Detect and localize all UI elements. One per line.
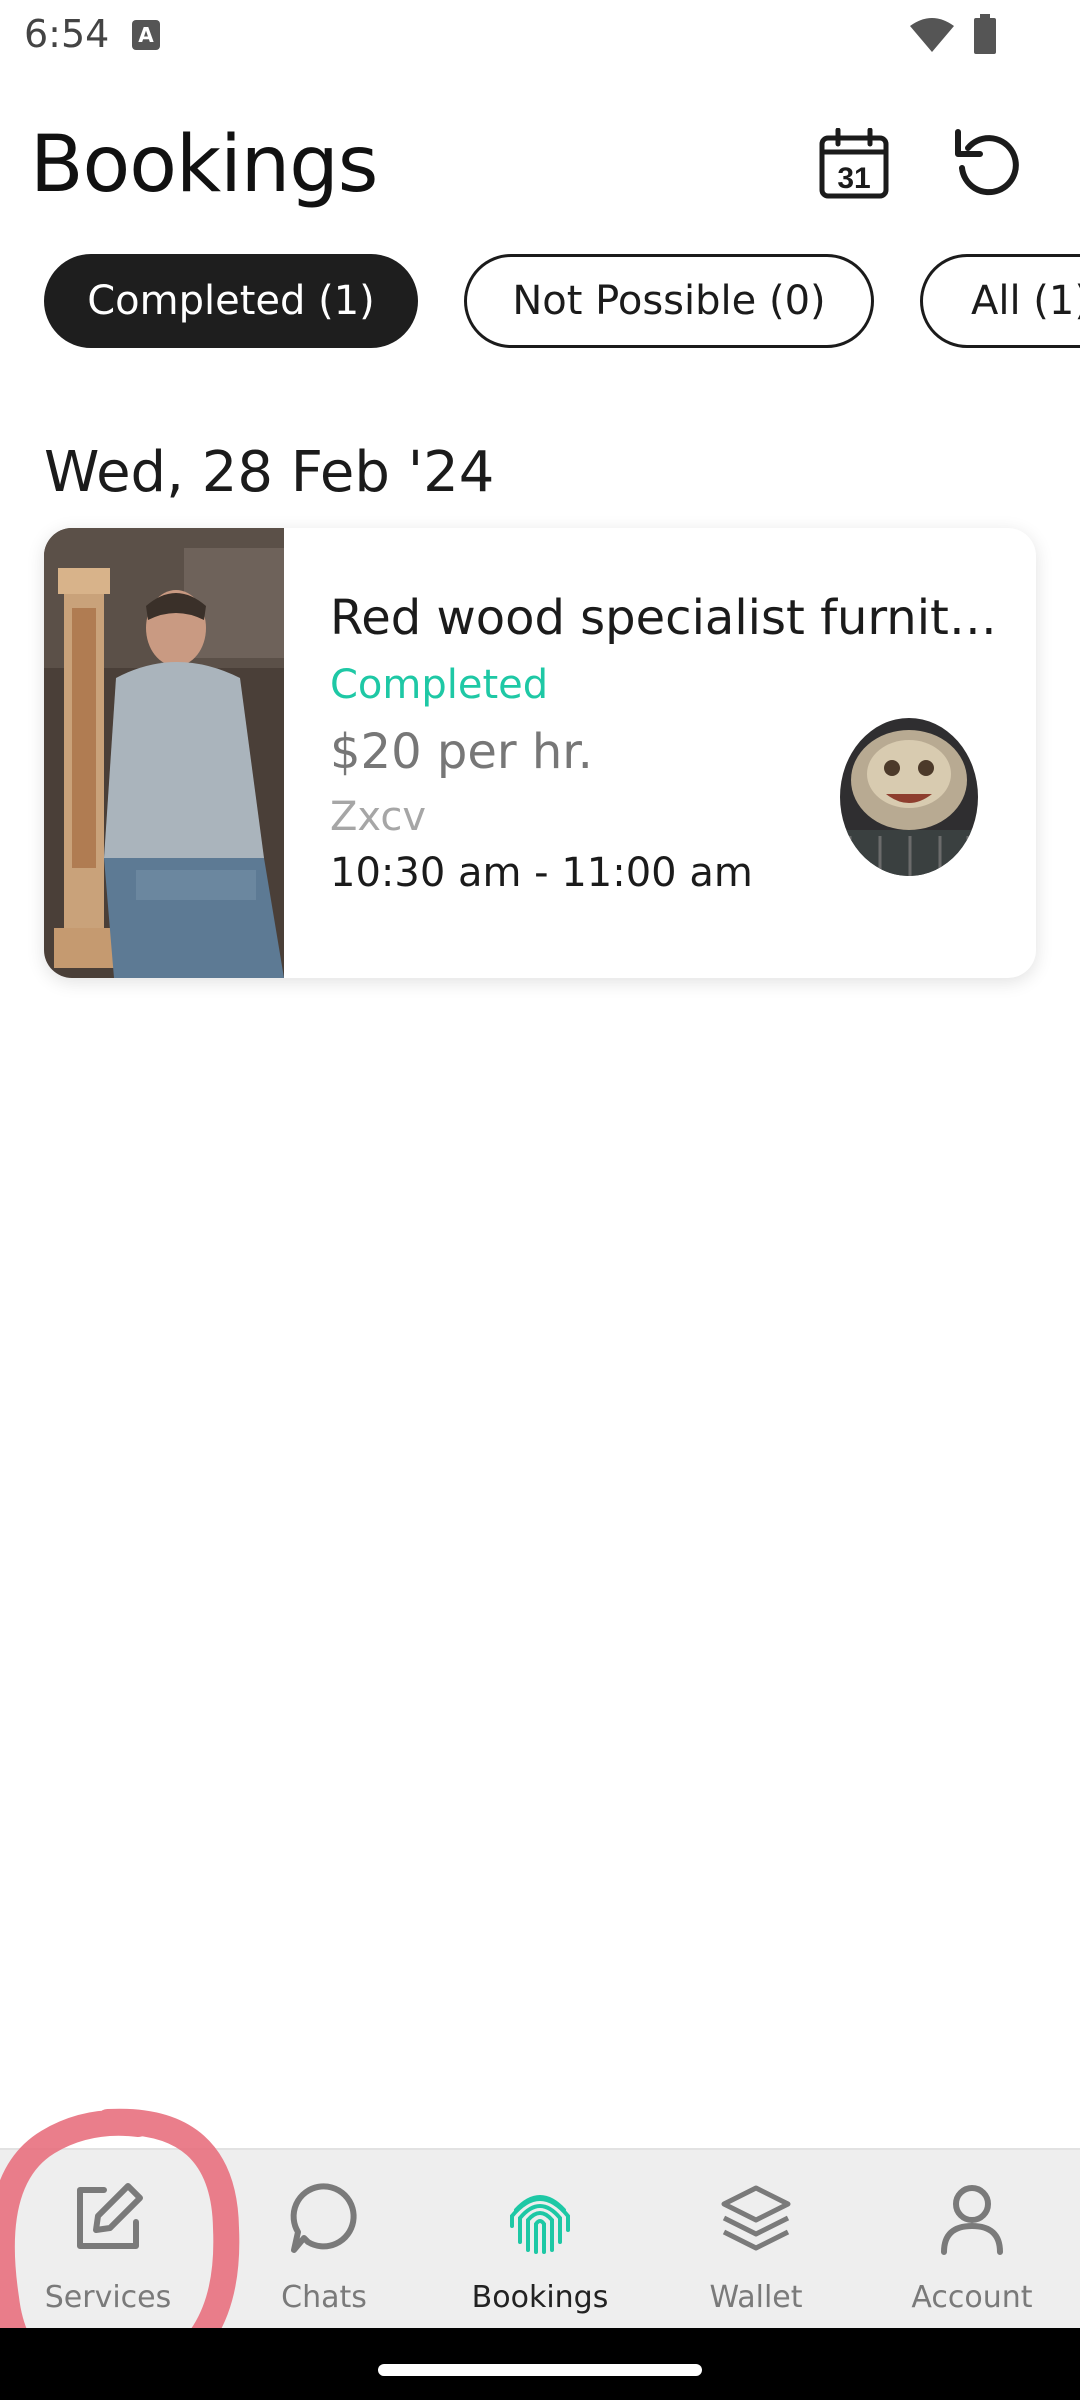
nav-item-services[interactable]: Services: [0, 2150, 216, 2330]
nav-label-bookings: Bookings: [471, 2280, 609, 2315]
nav-label-wallet: Wallet: [709, 2280, 803, 2315]
booking-time: 10:30 am - 11:00 am: [330, 850, 753, 896]
calendar-icon-day: 31: [837, 162, 870, 195]
page-title: Bookings: [30, 120, 378, 210]
filter-chip-not-possible[interactable]: Not Possible (0): [464, 254, 874, 348]
provider-avatar: [840, 718, 978, 876]
filter-chip-all[interactable]: All (1): [920, 254, 1080, 348]
nav-label-services: Services: [44, 2280, 172, 2315]
nav-item-account[interactable]: Account: [864, 2150, 1080, 2330]
booking-status: Completed: [330, 662, 549, 708]
battery-icon: [974, 14, 996, 54]
filter-chip-completed[interactable]: Completed (1): [44, 254, 418, 348]
nav-item-wallet[interactable]: Wallet: [648, 2150, 864, 2330]
bottom-nav: Services Chats Bookings Wallet Account: [0, 2148, 1080, 2328]
calendar-icon[interactable]: 31: [818, 128, 890, 200]
date-heading: Wed, 28 Feb '24: [44, 440, 495, 505]
booking-card[interactable]: Red wood specialist furniture Completed …: [44, 528, 1036, 978]
person-icon: [941, 2185, 1003, 2255]
header: Bookings 31: [0, 100, 1080, 230]
edit-square-icon: [77, 2183, 143, 2249]
booking-subtitle: Zxcv: [330, 794, 427, 840]
fingerprint-icon: [510, 2195, 570, 2254]
notification-a-icon: A: [132, 20, 160, 50]
refresh-icon[interactable]: [950, 126, 1028, 200]
nav-label-account: Account: [911, 2280, 1033, 2315]
booking-title: Red wood specialist furniture: [330, 590, 1010, 646]
nav-item-bookings[interactable]: Bookings: [432, 2150, 648, 2330]
booking-price: $20 per hr.: [330, 724, 593, 780]
layers-icon: [721, 2185, 791, 2251]
nav-item-chats[interactable]: Chats: [216, 2150, 432, 2330]
filter-chips: Completed (1) Not Possible (0) All (1): [0, 254, 1080, 350]
chat-bubble-icon: [290, 2183, 357, 2253]
home-indicator[interactable]: [378, 2364, 702, 2376]
status-time: 6:54: [24, 12, 110, 56]
nav-label-chats: Chats: [281, 2280, 367, 2315]
wifi-icon: [910, 18, 954, 52]
service-photo: [44, 528, 284, 978]
status-bar: 6:54 A: [0, 0, 1080, 72]
